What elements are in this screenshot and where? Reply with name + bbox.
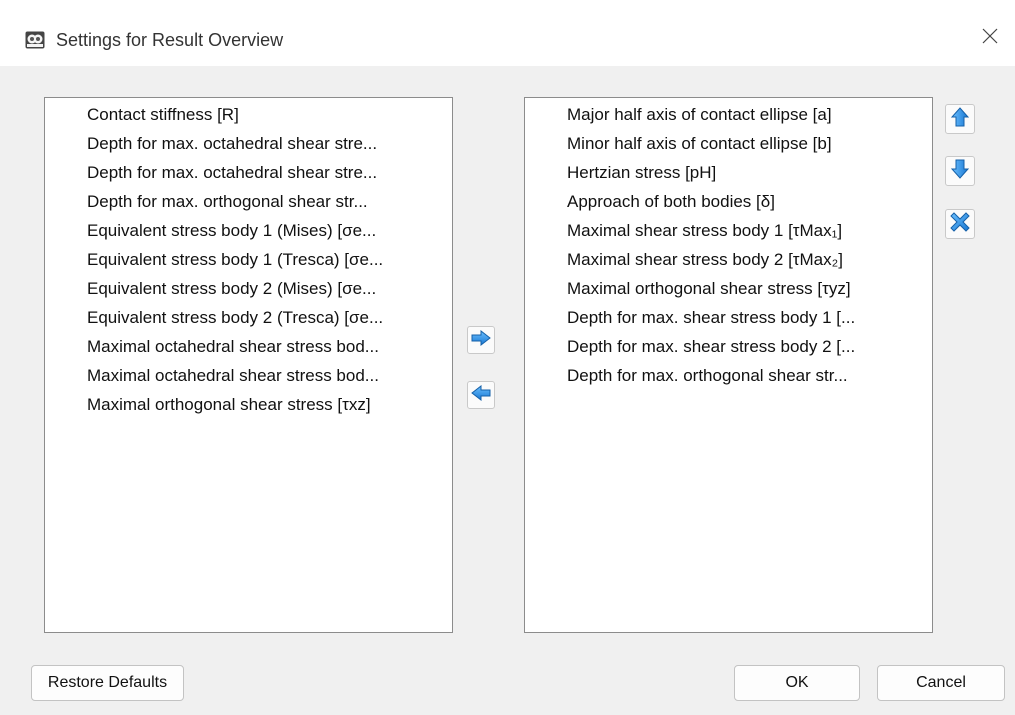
arrow-up-icon: [950, 106, 970, 132]
close-button[interactable]: [965, 15, 1015, 61]
list-item[interactable]: Equivalent stress body 1 (Mises) [σe...: [45, 217, 376, 245]
list-item[interactable]: Equivalent stress body 2 (Mises) [σe...: [45, 275, 376, 303]
list-item[interactable]: Maximal octahedral shear stress bod...: [45, 333, 379, 361]
list-item[interactable]: Equivalent stress body 1 (Tresca) [σe...: [45, 246, 383, 274]
app-logo-icon: [25, 31, 45, 49]
list-item[interactable]: Maximal octahedral shear stress bod...: [45, 362, 379, 390]
list-item[interactable]: Minor half axis of contact ellipse [b]: [525, 130, 832, 158]
list-item[interactable]: Depth for max. shear stress body 1 [...: [525, 304, 855, 332]
close-icon: [982, 28, 998, 49]
title-bar: Settings for Result Overview: [0, 0, 1015, 66]
list-item[interactable]: Maximal orthogonal shear stress [τxz]: [45, 391, 371, 419]
available-results-list[interactable]: Contact stiffness [R] Depth for max. oct…: [44, 97, 453, 633]
list-item[interactable]: Maximal shear stress body 1 [τMax₁]: [525, 217, 842, 245]
list-item[interactable]: Maximal orthogonal shear stress [τyz]: [525, 275, 851, 303]
settings-dialog: Settings for Result Overview Contact sti…: [0, 0, 1015, 715]
list-item[interactable]: Contact stiffness [R]: [45, 101, 239, 129]
remove-from-selection-button[interactable]: [467, 381, 495, 409]
list-item[interactable]: Depth for max. shear stress body 2 [...: [525, 333, 855, 361]
list-item[interactable]: Equivalent stress body 2 (Tresca) [σe...: [45, 304, 383, 332]
list-item[interactable]: Depth for max. orthogonal shear str...: [525, 362, 848, 390]
list-item[interactable]: Approach of both bodies [δ]: [525, 188, 775, 216]
selected-results-list[interactable]: Major half axis of contact ellipse [a] M…: [524, 97, 933, 633]
list-item[interactable]: Depth for max. orthogonal shear str...: [45, 188, 368, 216]
list-item[interactable]: Hertzian stress [pH]: [525, 159, 716, 187]
delete-x-icon: [950, 211, 970, 237]
arrow-down-icon: [950, 159, 970, 184]
ok-button[interactable]: OK: [734, 665, 860, 701]
cancel-button[interactable]: Cancel: [877, 665, 1005, 701]
add-to-selection-button[interactable]: [467, 326, 495, 354]
list-item[interactable]: Depth for max. octahedral shear stre...: [45, 159, 377, 187]
list-item[interactable]: Major half axis of contact ellipse [a]: [525, 101, 832, 129]
arrow-left-icon: [471, 384, 491, 406]
dialog-title: Settings for Result Overview: [56, 30, 284, 50]
restore-defaults-button[interactable]: Restore Defaults: [31, 665, 184, 701]
arrow-right-icon: [471, 329, 491, 351]
delete-item-button[interactable]: [945, 209, 975, 239]
list-item[interactable]: Depth for max. octahedral shear stre...: [45, 130, 377, 158]
move-up-button[interactable]: [945, 104, 975, 134]
move-down-button[interactable]: [945, 156, 975, 186]
list-item[interactable]: Maximal shear stress body 2 [τMax₂]: [525, 246, 843, 274]
